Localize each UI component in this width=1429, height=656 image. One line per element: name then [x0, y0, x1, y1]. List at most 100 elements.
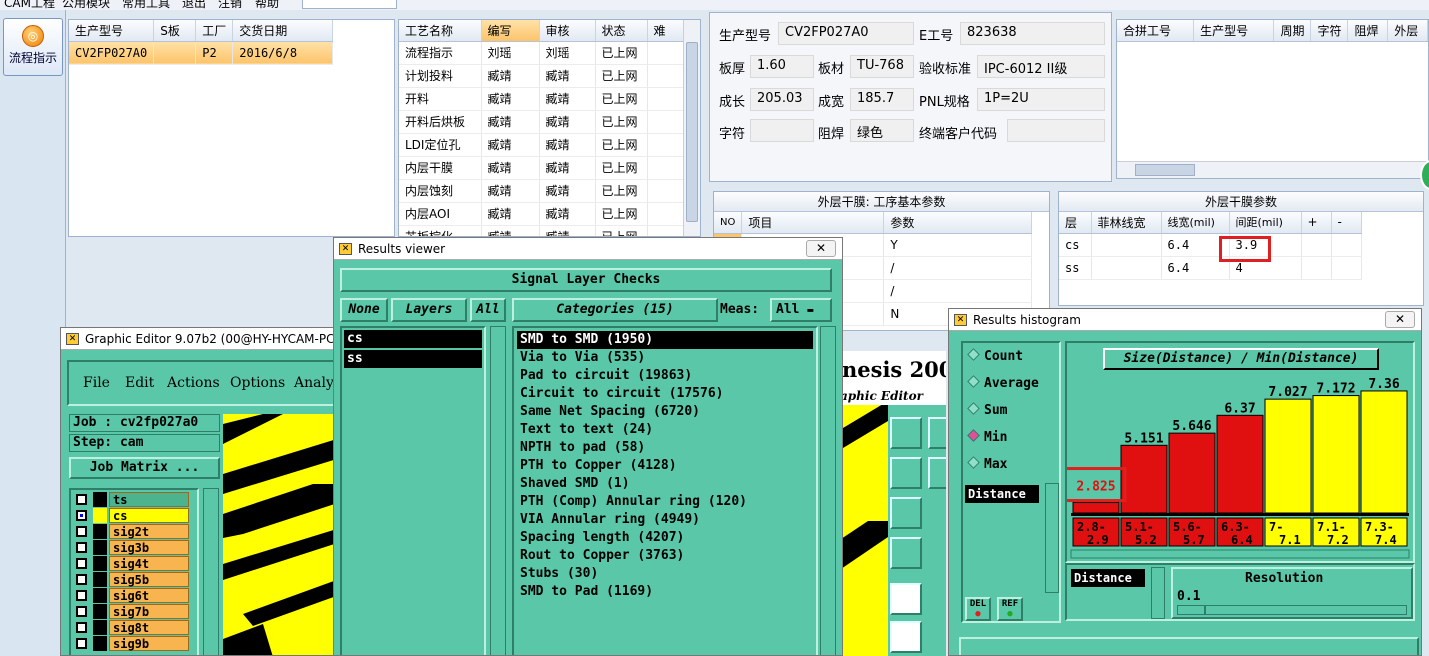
layers-button[interactable]: Layers [391, 298, 467, 322]
layer-checkbox[interactable] [76, 574, 87, 585]
menu-logout[interactable]: 注销 [218, 0, 242, 10]
col-reviewer[interactable]: 审核 [539, 20, 596, 42]
layers-scrollbar[interactable] [490, 326, 506, 655]
ref-button[interactable]: REF ● [997, 597, 1023, 621]
tool-snap-icon[interactable] [890, 583, 922, 615]
histogram-bar[interactable] [1264, 398, 1312, 514]
col-sboard[interactable]: S板 [153, 20, 197, 42]
table-row[interactable]: 内层AOI 臧靖 臧靖 已上网 [399, 202, 684, 226]
tool-left-icon[interactable] [890, 457, 922, 489]
col-mask[interactable]: 阻焊 [1347, 20, 1389, 42]
job-matrix-button[interactable]: Job Matrix ... [69, 457, 220, 479]
col-factory[interactable]: 工厂 [195, 20, 234, 42]
resolution-slider[interactable] [1177, 605, 1407, 615]
col-merge-model[interactable]: 生产型号 [1193, 20, 1275, 42]
table-row[interactable]: CV2FP027A0 P2 2016/6/8 [69, 41, 334, 65]
distance-lower-item[interactable]: Distance [1071, 569, 1145, 587]
col-difficulty[interactable]: 难 [647, 20, 684, 42]
histogram-bar[interactable] [1360, 390, 1408, 514]
tool-fit-icon[interactable] [890, 497, 922, 529]
all-button[interactable]: All [470, 298, 506, 322]
table-row[interactable]: 内层蚀刻 臧靖 臧靖 已上网 [399, 179, 684, 203]
category-item[interactable]: Text to text (24) [517, 421, 813, 439]
tool-up-icon[interactable] [890, 417, 922, 449]
list-item[interactable]: ss [344, 350, 482, 368]
layer-checkbox[interactable] [76, 590, 87, 601]
layer-scrollbar[interactable] [203, 488, 219, 655]
mode-scrollbar[interactable] [1045, 483, 1059, 593]
col-delivery[interactable]: 交货日期 [232, 20, 334, 42]
layer-row[interactable]: ts [73, 492, 197, 508]
close-icon[interactable]: ✕ [806, 240, 836, 257]
category-item[interactable]: Same Net Spacing (6720) [517, 403, 813, 421]
table-row[interactable]: 流程指示 刘瑶 刘瑶 已上网 [399, 41, 684, 65]
menu-edit[interactable]: Edit [125, 375, 154, 391]
tool-measure-icon[interactable] [890, 537, 922, 569]
category-item[interactable]: VIA Annular ring (4949) [517, 511, 813, 529]
categories-scrollbar[interactable] [820, 326, 836, 655]
menu-file[interactable]: File [83, 375, 110, 391]
layer-row[interactable]: sig5b [73, 572, 197, 588]
category-item[interactable]: Spacing length (4207) [517, 529, 813, 547]
menu-help[interactable]: 帮助 [255, 0, 279, 10]
del-button[interactable]: DEL ● [965, 597, 991, 621]
col-model[interactable]: 生产型号 [69, 20, 155, 42]
table-row[interactable]: LDI定位孔 臧靖 臧靖 已上网 [399, 133, 684, 157]
category-item[interactable]: NPTH to pad (58) [517, 439, 813, 457]
col-plus[interactable]: + [1301, 212, 1332, 234]
col-outer[interactable]: 外层 [1387, 20, 1428, 42]
layer-row[interactable]: sig6t [73, 588, 197, 604]
lower-scrollbar[interactable] [1151, 567, 1165, 619]
category-item[interactable]: Rout to Copper (3763) [517, 547, 813, 565]
tool-extra-icon-2[interactable] [928, 457, 946, 489]
table-row[interactable]: ss 6.4 4 [1059, 256, 1362, 280]
menu-common[interactable]: 公用模块 [62, 0, 110, 10]
distance-list-item[interactable]: Distance [965, 485, 1039, 503]
menu-options[interactable]: Options [230, 375, 285, 391]
layer-row[interactable]: sig9b [73, 636, 197, 652]
layer-checkbox[interactable] [76, 638, 87, 649]
col-cycle[interactable]: 周期 [1273, 20, 1312, 42]
category-item[interactable]: SMD to Pad (1169) [517, 583, 813, 601]
table-row[interactable]: 开料后烘板 臧靖 臧靖 已上网 [399, 110, 684, 134]
table-row[interactable]: 内层干膜 臧靖 臧靖 已上网 [399, 156, 684, 180]
layer-checkbox[interactable] [76, 510, 87, 521]
tool-net-icon[interactable] [890, 621, 922, 653]
histogram-bar[interactable] [1120, 444, 1168, 514]
list-item[interactable]: cs [344, 330, 482, 348]
radio-count[interactable]: Count [967, 348, 1023, 364]
categories-button[interactable]: Categories (15) [512, 298, 718, 322]
category-item[interactable]: Shaved SMD (1) [517, 475, 813, 493]
table-row[interactable]: 芯板棕化 臧靖 臧靖 已上网 [399, 225, 684, 236]
layer-checkbox[interactable] [76, 494, 87, 505]
radio-average[interactable]: Average [967, 375, 1039, 391]
layer-checkbox[interactable] [76, 622, 87, 633]
layer-checkbox[interactable] [76, 558, 87, 569]
col-minus[interactable]: - [1331, 212, 1362, 234]
col-status[interactable]: 状态 [595, 20, 648, 42]
radio-min[interactable]: Min [967, 429, 1007, 445]
category-item[interactable]: Pad to circuit (19863) [517, 367, 813, 385]
menu-combo[interactable] [302, 0, 397, 9]
process-scrollbar[interactable] [683, 20, 700, 236]
tool-extra-icon[interactable] [928, 417, 946, 449]
col-char[interactable]: 字符 [1310, 20, 1349, 42]
table-row[interactable]: 开料 臧靖 臧靖 已上网 [399, 87, 684, 111]
radio-sum[interactable]: Sum [967, 402, 1007, 418]
histogram-bar[interactable] [1072, 502, 1120, 514]
histogram-bar[interactable] [1312, 395, 1360, 514]
layer-row[interactable]: sig3b [73, 540, 197, 556]
layer-row[interactable]: sig2t [73, 524, 197, 540]
category-item[interactable]: PTH to Copper (4128) [517, 457, 813, 475]
histogram-bar[interactable] [1168, 432, 1216, 514]
category-item[interactable]: Circuit to circuit (17576) [517, 385, 813, 403]
merge-hscroll[interactable] [1117, 161, 1428, 178]
category-item[interactable]: Stubs (30) [517, 565, 813, 583]
flow-button[interactable]: ◎ 流程指示 [3, 18, 63, 76]
radio-max[interactable]: Max [967, 456, 1007, 472]
table-row[interactable]: cs 6.4 3.9 [1059, 233, 1362, 257]
menu-analysis[interactable]: Analy [294, 375, 334, 391]
col-merge-no[interactable]: 合拼工号 [1117, 20, 1195, 42]
meas-select[interactable]: All ▬ [770, 298, 832, 322]
menu-actions[interactable]: Actions [167, 375, 220, 391]
